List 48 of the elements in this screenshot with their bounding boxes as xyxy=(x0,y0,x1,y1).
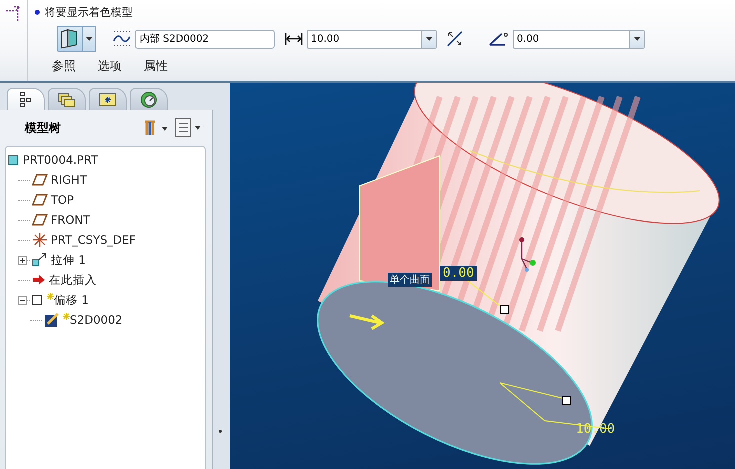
sketch-icon xyxy=(44,312,60,328)
depth-icon xyxy=(285,33,303,45)
collapse-toggle-icon[interactable] xyxy=(18,296,27,304)
surface-label: 单个曲面 xyxy=(388,273,432,287)
tree-item[interactable]: 在此插入 xyxy=(49,272,97,288)
sash-grip-icon[interactable] xyxy=(219,430,222,433)
part-icon xyxy=(8,154,20,166)
tree-item[interactable]: FRONT xyxy=(51,213,90,227)
caret-icon xyxy=(86,37,92,41)
dropdown-button[interactable] xyxy=(83,26,96,52)
tree-item[interactable]: TOP xyxy=(51,193,74,207)
tree-icon xyxy=(19,92,33,108)
flip-direction-icon[interactable] xyxy=(447,31,463,47)
dashboard-tab[interactable]: 属性 xyxy=(144,56,168,77)
folders-icon xyxy=(58,92,76,108)
sketch-curve-icon[interactable] xyxy=(113,31,131,47)
extrude-icon xyxy=(32,253,48,267)
panel-title: 模型树 xyxy=(25,120,62,136)
navigator-tab[interactable] xyxy=(89,88,127,110)
dashboard-tab[interactable]: 参照 xyxy=(52,56,76,77)
expand-toggle-icon[interactable] xyxy=(18,256,27,264)
part-icon xyxy=(32,294,44,306)
section-field[interactable]: 内部 S2D0002 xyxy=(135,30,275,48)
caret-icon xyxy=(426,37,432,41)
dashboard-tab[interactable]: 选项 xyxy=(98,56,122,77)
tree-item[interactable]: 偏移 1 xyxy=(54,292,89,308)
status-message: 将要显示着色模型 xyxy=(45,4,133,20)
clock-icon xyxy=(140,90,158,108)
dimension-value[interactable]: 0.00 xyxy=(440,266,478,281)
datum-plane-icon xyxy=(32,214,48,226)
tree-item[interactable]: PRT_CSYS_DEF xyxy=(51,233,136,247)
arrow-icon xyxy=(32,274,46,286)
folder-icon xyxy=(99,92,117,107)
tree-item[interactable]: PRT0004.PRT xyxy=(23,153,98,167)
navigator-tab[interactable] xyxy=(130,88,168,110)
tree-item[interactable]: 拉伸 1 xyxy=(51,252,86,268)
datum-plane-icon xyxy=(32,174,48,186)
angle-field[interactable]: 0.00 xyxy=(513,30,645,48)
datum-plane-icon xyxy=(32,194,48,206)
solid-type-button[interactable] xyxy=(57,26,83,52)
angle-icon xyxy=(489,32,509,46)
message-bullet-icon xyxy=(35,10,40,14)
caret-icon xyxy=(634,37,640,41)
coordinate-system-icon xyxy=(32,232,48,248)
tree-item[interactable]: S2D0002 xyxy=(70,313,123,327)
navigator-tab[interactable] xyxy=(7,88,45,110)
depth-field[interactable]: 10.00 xyxy=(307,30,437,48)
tree-item[interactable]: RIGHT xyxy=(51,173,87,187)
